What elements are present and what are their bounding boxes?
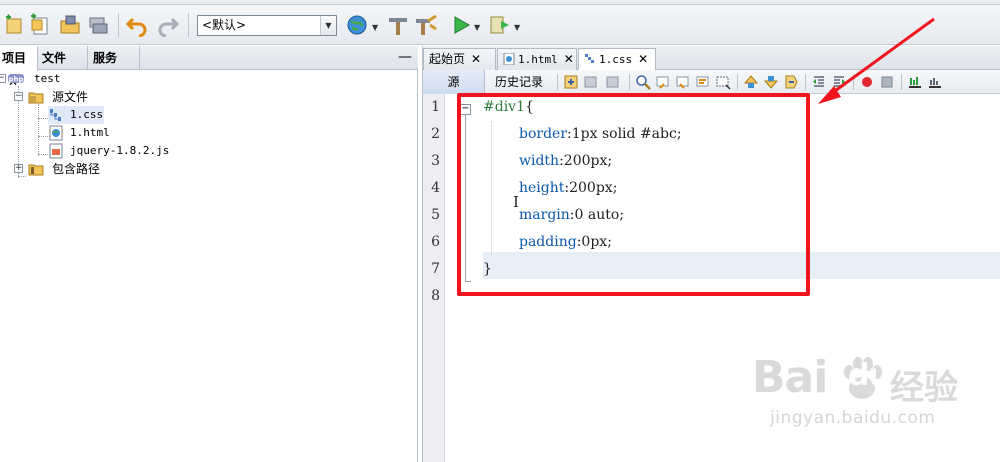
- tab-projects-label: 项目: [2, 51, 27, 65]
- history-view-button[interactable]: 历史记录: [485, 70, 553, 94]
- watermark-brand-left: Bai: [752, 352, 828, 403]
- line-number: 8: [431, 288, 440, 304]
- tab-start-page-label: 起始页: [429, 52, 466, 66]
- find-icon[interactable]: [635, 74, 651, 90]
- line-number: 3: [431, 153, 440, 169]
- shift-left-icon[interactable]: [811, 74, 827, 90]
- new-project-icon[interactable]: [2, 13, 26, 37]
- library-folder-icon: [28, 161, 44, 177]
- line-number: 4: [431, 180, 440, 196]
- record-macro-icon[interactable]: [859, 74, 875, 90]
- undo-icon[interactable]: [125, 13, 149, 38]
- start-comment-icon[interactable]: [907, 74, 923, 90]
- css-file-icon: [584, 51, 596, 63]
- tree-node-source-files[interactable]: − 源文件: [0, 88, 200, 106]
- stop-macro-icon[interactable]: [879, 74, 895, 90]
- tab-html-file[interactable]: 1.html ✕: [497, 48, 577, 70]
- previous-bookmark-icon[interactable]: [743, 74, 759, 90]
- collapse-toggle[interactable]: −: [0, 74, 6, 83]
- tree-node-include-path[interactable]: + 包含路径: [0, 160, 200, 178]
- close-icon[interactable]: ✕: [638, 52, 648, 66]
- project-name: test: [34, 72, 61, 85]
- debug-icon[interactable]: [488, 13, 512, 37]
- folder-icon: [28, 89, 44, 105]
- line-number: 5: [431, 207, 440, 223]
- run-icon[interactable]: [449, 13, 473, 37]
- main-toolbar: <默认> ▼ ▼ ▼ ▼: [0, 5, 1000, 45]
- chevron-down-icon: ▼: [320, 16, 336, 35]
- editor-toolbar: 源 历史记录: [423, 70, 1000, 94]
- source-view-button[interactable]: 源: [423, 70, 485, 94]
- project-panel: 项目✕ 文件 服务 — − php test − 源文件: [0, 46, 418, 462]
- source-folder-label: 源文件: [52, 90, 89, 104]
- toggle-highlight-icon[interactable]: [715, 74, 731, 90]
- watermark-brand-cn: 经验: [890, 368, 958, 408]
- tab-start-page[interactable]: 起始页 ✕: [423, 48, 496, 70]
- line-number: 2: [431, 126, 440, 142]
- tab-html-file-label: 1.html: [518, 53, 558, 66]
- tree-node-html-file[interactable]: 1.html: [48, 124, 128, 142]
- tab-services[interactable]: 服务: [88, 46, 140, 70]
- js-file-icon: [48, 143, 64, 159]
- collapse-toggle[interactable]: −: [14, 92, 23, 101]
- include-path-label: 包含路径: [52, 162, 101, 176]
- find-previous-icon[interactable]: [655, 74, 671, 90]
- configuration-value: <默认>: [202, 18, 247, 32]
- toolbar-separator: [118, 13, 119, 37]
- toolbar-separator: [188, 13, 189, 37]
- close-project-icon[interactable]: [86, 13, 110, 37]
- open-project-icon[interactable]: [58, 13, 82, 37]
- close-icon[interactable]: ✕: [564, 52, 574, 66]
- back-icon[interactable]: [583, 74, 599, 90]
- project-panel-tabs: 项目✕ 文件 服务 —: [0, 46, 418, 89]
- line-number: 6: [431, 234, 440, 250]
- css-file-icon: [48, 107, 64, 123]
- tab-css-file-label: 1.css: [599, 53, 633, 66]
- watermark: Bai du 经验 jingyan.baidu.com: [752, 352, 992, 442]
- close-icon[interactable]: ✕: [471, 52, 481, 66]
- html-file-icon: [503, 51, 515, 66]
- php-project-icon: php: [8, 71, 24, 87]
- tab-projects[interactable]: 项目✕: [0, 46, 38, 89]
- chevron-down-icon[interactable]: ▼: [514, 23, 520, 32]
- redo-icon[interactable]: [156, 13, 180, 38]
- html-file-icon: [48, 125, 64, 141]
- new-file-icon[interactable]: [28, 13, 52, 37]
- tab-css-file[interactable]: 1.css ✕: [578, 48, 656, 71]
- line-number: 7: [431, 261, 440, 277]
- watermark-url: jingyan.baidu.com: [770, 408, 936, 428]
- clean-build-icon[interactable]: [414, 13, 438, 37]
- editor-tabs: 起始页 ✕ 1.html ✕ 1.css ✕: [423, 46, 1000, 71]
- minimize-button[interactable]: —: [398, 46, 412, 68]
- line-number-gutter: 1 2 3 4 5 6 7 8: [423, 94, 445, 462]
- find-next-icon[interactable]: [675, 74, 691, 90]
- svg-text:php: php: [8, 76, 23, 84]
- uncomment-icon[interactable]: [927, 74, 943, 90]
- watermark-brand-right: du: [848, 358, 890, 393]
- toggle-bookmark-icon[interactable]: [783, 74, 799, 90]
- next-bookmark-icon[interactable]: [763, 74, 779, 90]
- tree-node-css-file[interactable]: 1.css: [48, 106, 104, 124]
- build-icon[interactable]: [386, 13, 410, 37]
- js-file-name: jquery-1.8.2.js: [70, 144, 170, 157]
- configuration-select[interactable]: <默认> ▼: [197, 15, 337, 36]
- last-edit-icon[interactable]: [563, 74, 579, 90]
- css-file-name: 1.css: [70, 108, 104, 121]
- expand-toggle[interactable]: +: [14, 164, 23, 173]
- chevron-down-icon[interactable]: ▼: [474, 23, 480, 32]
- tree-node-project[interactable]: − php test: [0, 70, 200, 88]
- chevron-down-icon[interactable]: ▼: [372, 23, 378, 32]
- html-file-name: 1.html: [70, 126, 110, 139]
- find-selection-icon[interactable]: [695, 74, 711, 90]
- browser-icon[interactable]: [345, 13, 369, 37]
- shift-right-icon[interactable]: [831, 74, 847, 90]
- line-number: 1: [431, 99, 440, 115]
- tree-node-js-file[interactable]: jquery-1.8.2.js: [48, 142, 188, 160]
- tab-files[interactable]: 文件: [38, 46, 88, 70]
- annotation-highlight-box: [457, 93, 810, 296]
- forward-icon[interactable]: [605, 74, 621, 90]
